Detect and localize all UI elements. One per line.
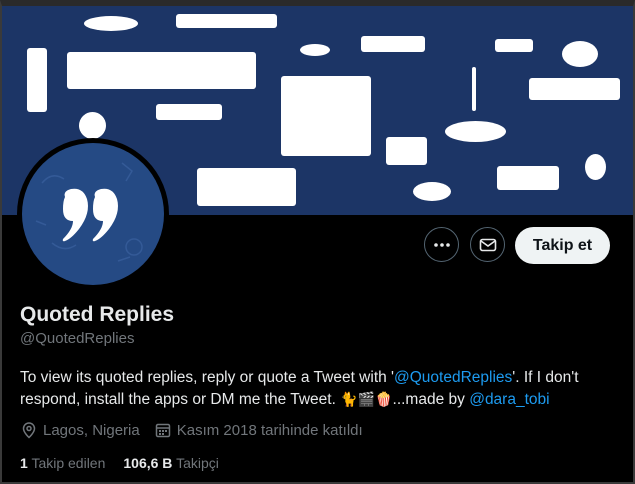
banner-shape (176, 14, 277, 28)
followers-link[interactable]: 106,6 B Takipçi (123, 455, 218, 471)
banner-shape (562, 41, 598, 67)
message-button[interactable] (470, 227, 505, 262)
banner-shape (197, 168, 296, 206)
banner-shape (445, 121, 506, 142)
more-icon (433, 242, 450, 247)
banner-shape (386, 137, 427, 165)
banner-shape (472, 67, 476, 111)
join-date-text: Kasım 2018 tarihinde katıldı (176, 421, 363, 439)
calendar-icon (155, 423, 170, 438)
banner-shape (156, 104, 222, 120)
bio-mention-link[interactable]: @QuotedReplies (394, 369, 512, 386)
profile-stats: 1 Takip edilen 106,6 B Takipçi (20, 455, 237, 471)
banner-shape (497, 166, 559, 190)
profile-meta: Lagos, Nigeria Kasım 2018 tarihinde katı… (20, 420, 377, 440)
follow-button[interactable]: Takip et (515, 227, 610, 264)
banner-shape (300, 44, 330, 56)
join-date: Kasım 2018 tarihinde katıldı (154, 421, 363, 439)
banner-shape (79, 112, 106, 139)
display-name: Quoted Replies (20, 303, 175, 326)
following-label: Takip edilen (31, 455, 106, 471)
more-button[interactable] (424, 227, 459, 262)
banner-shape (495, 39, 533, 52)
handle: @QuotedReplies (20, 330, 135, 347)
banner-shape (585, 154, 606, 180)
quote-mark-icon (35, 162, 143, 262)
banner-shape (361, 36, 425, 52)
location-pin-icon (22, 422, 36, 439)
banner-shape (84, 16, 138, 31)
banner-shape (27, 48, 47, 112)
followers-label: Takipçi (176, 455, 219, 471)
banner-shape (67, 52, 256, 89)
location-text: Lagos, Nigeria (43, 421, 140, 439)
banner-shape (529, 78, 620, 100)
bio-text: To view its quoted replies, reply or quo… (20, 369, 395, 386)
bio: To view its quoted replies, reply or quo… (20, 367, 620, 411)
banner-shape (281, 76, 371, 156)
following-count: 1 (20, 455, 28, 471)
avatar[interactable] (22, 143, 164, 285)
bio-emojis: 🐈🎬🍿 (340, 392, 393, 408)
location: Lagos, Nigeria (20, 421, 140, 439)
bio-text: ...made by (392, 391, 470, 408)
banner-shape (413, 182, 451, 201)
following-link[interactable]: 1 Takip edilen (20, 455, 105, 471)
followers-count: 106,6 B (123, 455, 173, 471)
bio-author-link[interactable]: @dara_tobi (469, 391, 549, 408)
envelope-icon (479, 238, 496, 251)
